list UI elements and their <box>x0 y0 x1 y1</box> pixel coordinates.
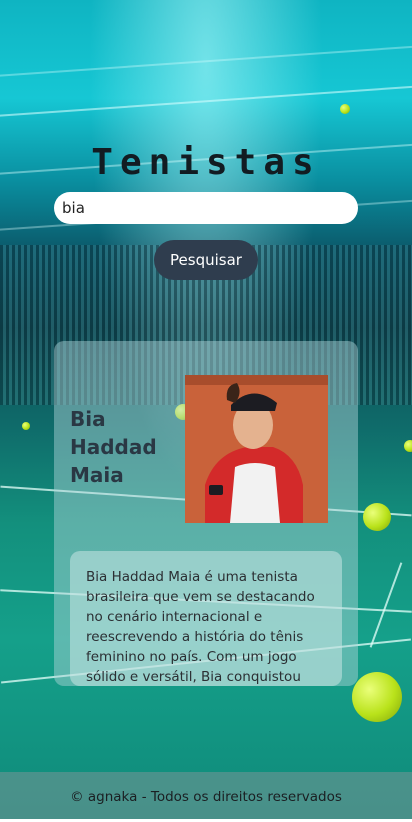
page-title: Tenistas <box>91 142 321 184</box>
tennis-ball-icon <box>22 422 30 430</box>
footer-text: © agnaka - Todos os direitos reservados <box>70 789 342 805</box>
tennis-ball-icon <box>363 503 391 531</box>
player-photo <box>185 375 328 523</box>
player-description-box[interactable]: Bia Haddad Maia é uma tenista brasileira… <box>70 551 342 686</box>
search-input[interactable] <box>54 192 358 224</box>
footer: © agnaka - Todos os direitos reservados <box>0 772 412 819</box>
tennis-ball-icon <box>352 672 402 722</box>
player-description: Bia Haddad Maia é uma tenista brasileira… <box>86 569 315 685</box>
player-card: Bia Haddad Maia Bia Haddad Maia é uma te… <box>54 341 358 686</box>
tennis-ball-icon <box>404 440 412 452</box>
search-button[interactable]: Pesquisar <box>154 240 258 280</box>
tennis-ball-icon <box>340 104 350 114</box>
player-name: Bia Haddad Maia <box>70 407 157 487</box>
